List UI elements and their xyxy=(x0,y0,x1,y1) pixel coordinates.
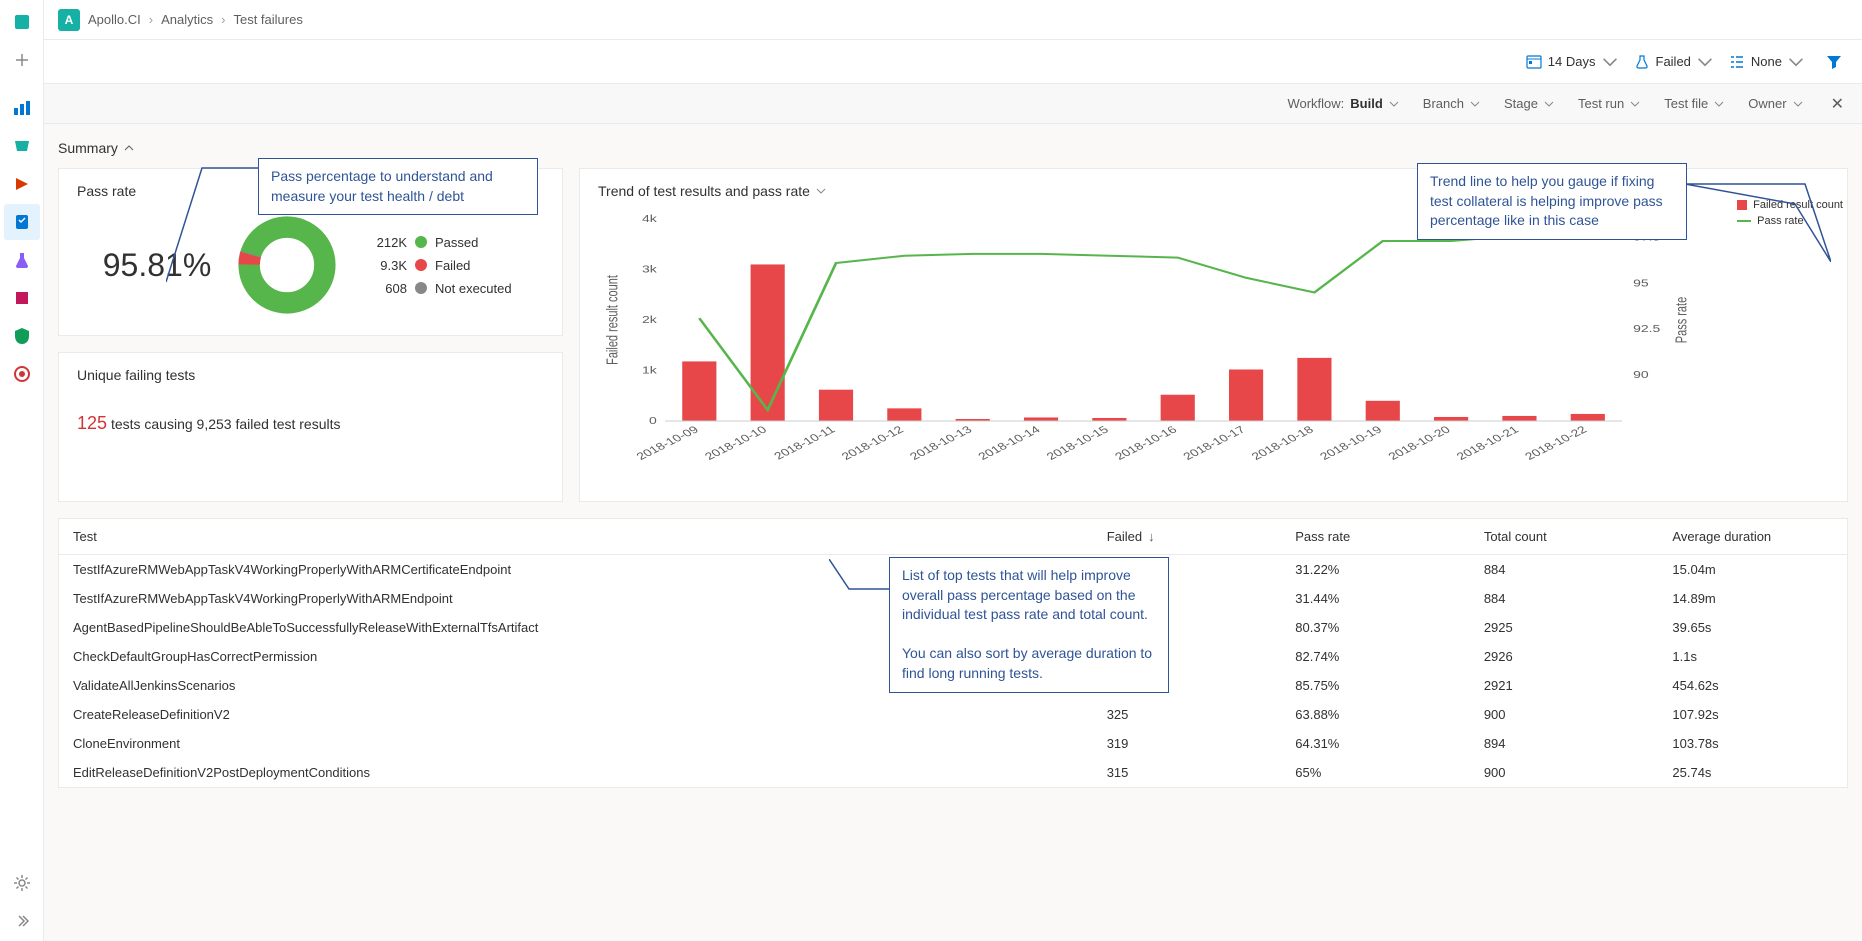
svg-text:0: 0 xyxy=(649,415,657,427)
sidebar-item-testbeaker[interactable] xyxy=(4,242,40,278)
filter-button[interactable] xyxy=(1820,48,1848,76)
svg-text:2018-10-09: 2018-10-09 xyxy=(634,423,702,462)
svg-text:3k: 3k xyxy=(642,263,658,275)
svg-text:4k: 4k xyxy=(642,213,658,225)
callout-connector xyxy=(1685,174,1831,262)
group-dropdown[interactable]: None xyxy=(1729,54,1804,70)
svg-text:2018-10-21: 2018-10-21 xyxy=(1454,423,1522,462)
filter-owner[interactable]: Owner xyxy=(1748,96,1802,111)
unique-failing-card: Unique failing tests 125 tests causing 9… xyxy=(58,352,563,502)
period-dropdown[interactable]: 14 Days xyxy=(1526,54,1618,70)
sidebar-item-security[interactable] xyxy=(4,318,40,354)
th-avg[interactable]: Average duration xyxy=(1658,519,1847,555)
svg-text:2018-10-22: 2018-10-22 xyxy=(1522,423,1590,462)
calendar-icon xyxy=(1526,54,1542,70)
svg-text:95: 95 xyxy=(1633,277,1649,289)
sidebar-item-project[interactable] xyxy=(4,4,40,40)
svg-text:2018-10-18: 2018-10-18 xyxy=(1249,423,1317,462)
svg-text:2018-10-11: 2018-10-11 xyxy=(771,423,838,461)
svg-text:1k: 1k xyxy=(642,364,658,376)
filter-bar: Workflow: Build Branch Stage Test run Te… xyxy=(44,84,1862,124)
chevron-right-icon: › xyxy=(221,12,225,27)
chevron-down-icon xyxy=(1470,99,1480,109)
sidebar-item-boards[interactable] xyxy=(4,90,40,126)
trend-card: Trend of test results and pass rate Tren… xyxy=(579,168,1848,502)
svg-text:Pass rate: Pass rate xyxy=(1673,297,1690,343)
svg-text:2018-10-20: 2018-10-20 xyxy=(1385,423,1453,462)
tests-table-card: List of top tests that will help improve… xyxy=(58,518,1848,788)
callout-connector xyxy=(166,162,258,288)
trend-chart: 01k2k3k4k9092.59597.5Failed result count… xyxy=(598,209,1829,469)
breadcrumb: A Apollo.CI › Analytics › Test failures xyxy=(44,0,1862,40)
chevron-down-icon xyxy=(1602,54,1618,70)
filter-workflow[interactable]: Workflow: Build xyxy=(1287,96,1398,111)
annotation-callout: List of top tests that will help improve… xyxy=(889,557,1169,693)
sidebar-item-repos[interactable] xyxy=(4,128,40,164)
svg-text:2k: 2k xyxy=(642,314,658,326)
svg-text:2018-10-13: 2018-10-13 xyxy=(907,423,975,462)
annotation-callout: Pass percentage to understand and measur… xyxy=(258,158,538,215)
crumb-project[interactable]: Apollo.CI xyxy=(88,12,141,27)
chevron-down-icon xyxy=(1630,99,1640,109)
crumb-page[interactable]: Test failures xyxy=(233,12,302,27)
chevron-down-icon xyxy=(1714,99,1724,109)
svg-text:2018-10-17: 2018-10-17 xyxy=(1180,423,1248,462)
legend-row: 9.3KFailed xyxy=(367,258,512,273)
legend-row: 212KPassed xyxy=(367,235,512,250)
sidebar-item-testplans[interactable] xyxy=(4,204,40,240)
sidebar-item-collapse[interactable] xyxy=(4,903,40,939)
sidebar-item-pipelines[interactable] xyxy=(4,166,40,202)
sort-desc-icon: ↓ xyxy=(1148,529,1155,544)
annotation-callout: Trend line to help you gauge if fixing t… xyxy=(1417,163,1687,240)
chevron-down-icon xyxy=(1544,99,1554,109)
beaker-icon xyxy=(1634,54,1650,70)
svg-text:2018-10-19: 2018-10-19 xyxy=(1317,423,1385,462)
th-test[interactable]: Test xyxy=(59,519,1093,555)
sidebar-item-add[interactable] xyxy=(4,42,40,78)
svg-text:2018-10-12: 2018-10-12 xyxy=(839,423,907,462)
unique-failing-count: 125 xyxy=(77,413,107,433)
svg-text:2018-10-14: 2018-10-14 xyxy=(975,423,1043,462)
crumb-analytics[interactable]: Analytics xyxy=(161,12,213,27)
svg-text:92.5: 92.5 xyxy=(1633,323,1660,335)
filter-branch[interactable]: Branch xyxy=(1423,96,1480,111)
table-row[interactable]: EditReleaseDefinitionV2PostDeploymentCon… xyxy=(59,758,1847,787)
filter-icon xyxy=(1826,54,1842,70)
content-area: Summary Pass percentage to understand an… xyxy=(44,124,1862,941)
callout-connector xyxy=(829,559,889,599)
chevron-down-icon xyxy=(1697,54,1713,70)
svg-text:2018-10-15: 2018-10-15 xyxy=(1044,423,1112,462)
filter-testfile[interactable]: Test file xyxy=(1664,96,1724,111)
legend-row: 608Not executed xyxy=(367,281,512,296)
project-badge[interactable]: A xyxy=(58,9,80,31)
chevron-down-icon xyxy=(1389,99,1399,109)
svg-text:90: 90 xyxy=(1633,369,1649,381)
chevron-down-icon xyxy=(816,186,826,196)
left-nav-sidebar xyxy=(0,0,44,941)
th-passrate[interactable]: Pass rate xyxy=(1281,519,1470,555)
sidebar-item-settings[interactable] xyxy=(4,865,40,901)
chevron-right-icon: › xyxy=(149,12,153,27)
th-failed[interactable]: Failed↓ xyxy=(1093,519,1282,555)
chevron-down-icon xyxy=(1793,99,1803,109)
svg-text:2018-10-10: 2018-10-10 xyxy=(702,423,770,462)
chevron-up-icon xyxy=(124,143,134,153)
outcome-dropdown[interactable]: Failed xyxy=(1634,54,1713,70)
unique-failing-text: tests causing 9,253 failed test results xyxy=(111,416,341,432)
sidebar-item-feedback[interactable] xyxy=(4,356,40,392)
table-row[interactable]: CloneEnvironment31964.31%894103.78s xyxy=(59,729,1847,758)
view-toolbar: 14 Days Failed None xyxy=(44,40,1862,84)
group-icon xyxy=(1729,54,1745,70)
filter-stage[interactable]: Stage xyxy=(1504,96,1554,111)
filter-testrun[interactable]: Test run xyxy=(1578,96,1640,111)
svg-text:2018-10-16: 2018-10-16 xyxy=(1112,423,1180,462)
sidebar-item-artifacts[interactable] xyxy=(4,280,40,316)
close-filters-button[interactable]: ✕ xyxy=(1827,94,1848,114)
svg-text:Failed result count: Failed result count xyxy=(604,275,621,365)
unique-failing-title: Unique failing tests xyxy=(77,367,544,383)
th-total[interactable]: Total count xyxy=(1470,519,1659,555)
chevron-down-icon xyxy=(1788,54,1804,70)
table-row[interactable]: CreateReleaseDefinitionV232563.88%900107… xyxy=(59,700,1847,729)
